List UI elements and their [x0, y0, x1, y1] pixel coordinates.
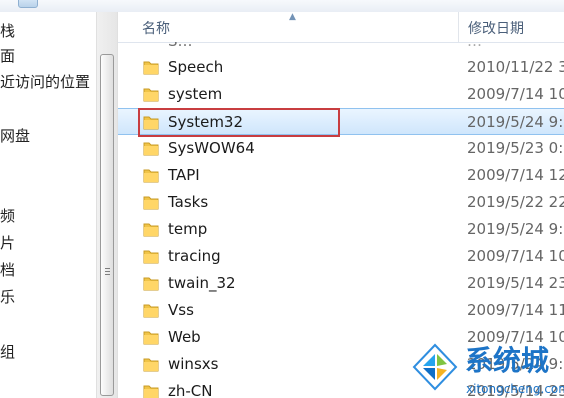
- file-name: TAPI: [168, 166, 200, 184]
- file-row-syswow64[interactable]: SysWOW64 2019/5/23 0:4: [118, 135, 564, 162]
- file-date: 2019/5/24 9:0: [467, 113, 564, 131]
- file-name: Vss: [168, 301, 194, 319]
- nav-item-music[interactable]: 乐: [0, 286, 96, 308]
- file-row-tapi[interactable]: TAPI 2009/7/14 12: [118, 162, 564, 189]
- file-date: 2009/7/14 12: [467, 166, 564, 184]
- watermark-site-name: 系统城: [465, 344, 550, 377]
- file-date: 2019/5/23 0:4: [467, 139, 564, 157]
- file-name: System32: [168, 113, 244, 131]
- nav-item-pictures[interactable]: 片: [0, 232, 96, 254]
- file-row-tracing[interactable]: tracing 2009/7/14 10: [118, 243, 564, 270]
- folder-icon: [143, 169, 159, 183]
- navigation-pane: 栈 面 近访问的位置 网盘 频 片 档 乐 组: [0, 12, 96, 398]
- folder-icon: [143, 385, 159, 398]
- file-date: 2019/5/22 22: [467, 193, 564, 211]
- folder-icon: [143, 61, 159, 75]
- file-name: tracing: [168, 247, 221, 265]
- toolbar-icon[interactable]: [18, 0, 38, 8]
- folder-icon: [143, 88, 159, 102]
- navigation-scrollbar[interactable]: [96, 12, 118, 398]
- folder-icon: [143, 223, 159, 237]
- file-row-vss[interactable]: Vss 2009/7/14 11: [118, 297, 564, 324]
- nav-item-label: 组: [0, 343, 16, 361]
- folder-icon: [143, 196, 159, 210]
- file-name: temp: [168, 220, 208, 238]
- file-row-speech[interactable]: Speech 2010/11/22 3: [118, 54, 564, 81]
- nav-item-label: 片: [0, 234, 16, 252]
- file-date: 2009/7/14 11: [467, 301, 564, 319]
- nav-item-label: 网盘: [0, 127, 31, 145]
- file-date: 2019/5/24 9:1: [467, 220, 564, 238]
- folder-icon: [143, 304, 159, 318]
- nav-item-desktop[interactable]: 面: [0, 45, 96, 67]
- file-row-tasks[interactable]: Tasks 2019/5/22 22: [118, 189, 564, 216]
- file-name: winsxs: [168, 355, 219, 373]
- file-name: zh-CN: [168, 382, 213, 398]
- file-row-temp[interactable]: temp 2019/5/24 9:1: [118, 216, 564, 243]
- file-name: Tasks: [168, 193, 209, 211]
- windows-logo-icon: [410, 342, 460, 392]
- file-date: 2019/5/14 23: [467, 274, 564, 292]
- nav-item-label: 档: [0, 261, 16, 279]
- nav-item-recent-places[interactable]: 近访问的位置: [0, 71, 96, 93]
- folder-icon: [143, 331, 159, 345]
- file-name: Speech: [168, 58, 224, 76]
- scrollbar-grip-icon: [105, 268, 110, 269]
- nav-item-videos[interactable]: 频: [0, 205, 96, 227]
- file-name: SysWOW64: [168, 139, 255, 157]
- nav-item-label: 栈: [0, 22, 16, 40]
- file-row-twain-32[interactable]: twain_32 2019/5/14 23: [118, 270, 564, 297]
- file-name: system: [168, 85, 223, 103]
- file-name: twain_32: [168, 274, 236, 292]
- nav-item-1[interactable]: 栈: [0, 20, 96, 42]
- column-header: ▲ 名称 修改日期: [118, 12, 564, 43]
- file-date: 2010/11/22 3: [467, 58, 564, 76]
- column-separator[interactable]: [458, 12, 459, 42]
- column-name[interactable]: 名称: [142, 12, 170, 42]
- column-date-modified[interactable]: 修改日期: [468, 12, 524, 42]
- scrollbar-thumb[interactable]: [100, 54, 114, 396]
- nav-item-label: 乐: [0, 288, 16, 306]
- nav-item-label: 面: [0, 47, 16, 65]
- nav-item-homegroup[interactable]: 组: [0, 341, 96, 363]
- nav-item-documents[interactable]: 档: [0, 259, 96, 281]
- explorer-window: 栈 面 近访问的位置 网盘 频 片 档 乐 组 ▲ 名称 修改日期 S… … S…: [0, 0, 564, 398]
- xitongcheng-watermark: 系统城 xitongcheng.com: [406, 338, 564, 398]
- folder-icon: [143, 358, 159, 372]
- folder-icon: [143, 250, 159, 264]
- folder-icon: [143, 142, 159, 156]
- sort-arrow-icon: ▲: [289, 12, 296, 22]
- folder-icon: [143, 116, 159, 130]
- nav-item-label: 近访问的位置: [0, 73, 91, 91]
- nav-item-cloud-drive[interactable]: 网盘: [0, 125, 96, 147]
- file-date: 2009/7/14 10: [467, 247, 564, 265]
- file-date: 2009/7/14 10: [467, 85, 564, 103]
- file-name: Web: [168, 328, 201, 346]
- nav-item-label: 频: [0, 207, 16, 225]
- watermark-url: xitongcheng.com: [466, 382, 564, 396]
- folder-icon: [143, 277, 159, 291]
- file-row-system32[interactable]: System32 2019/5/24 9:0: [118, 108, 564, 135]
- file-row-system[interactable]: system 2009/7/14 10: [118, 81, 564, 108]
